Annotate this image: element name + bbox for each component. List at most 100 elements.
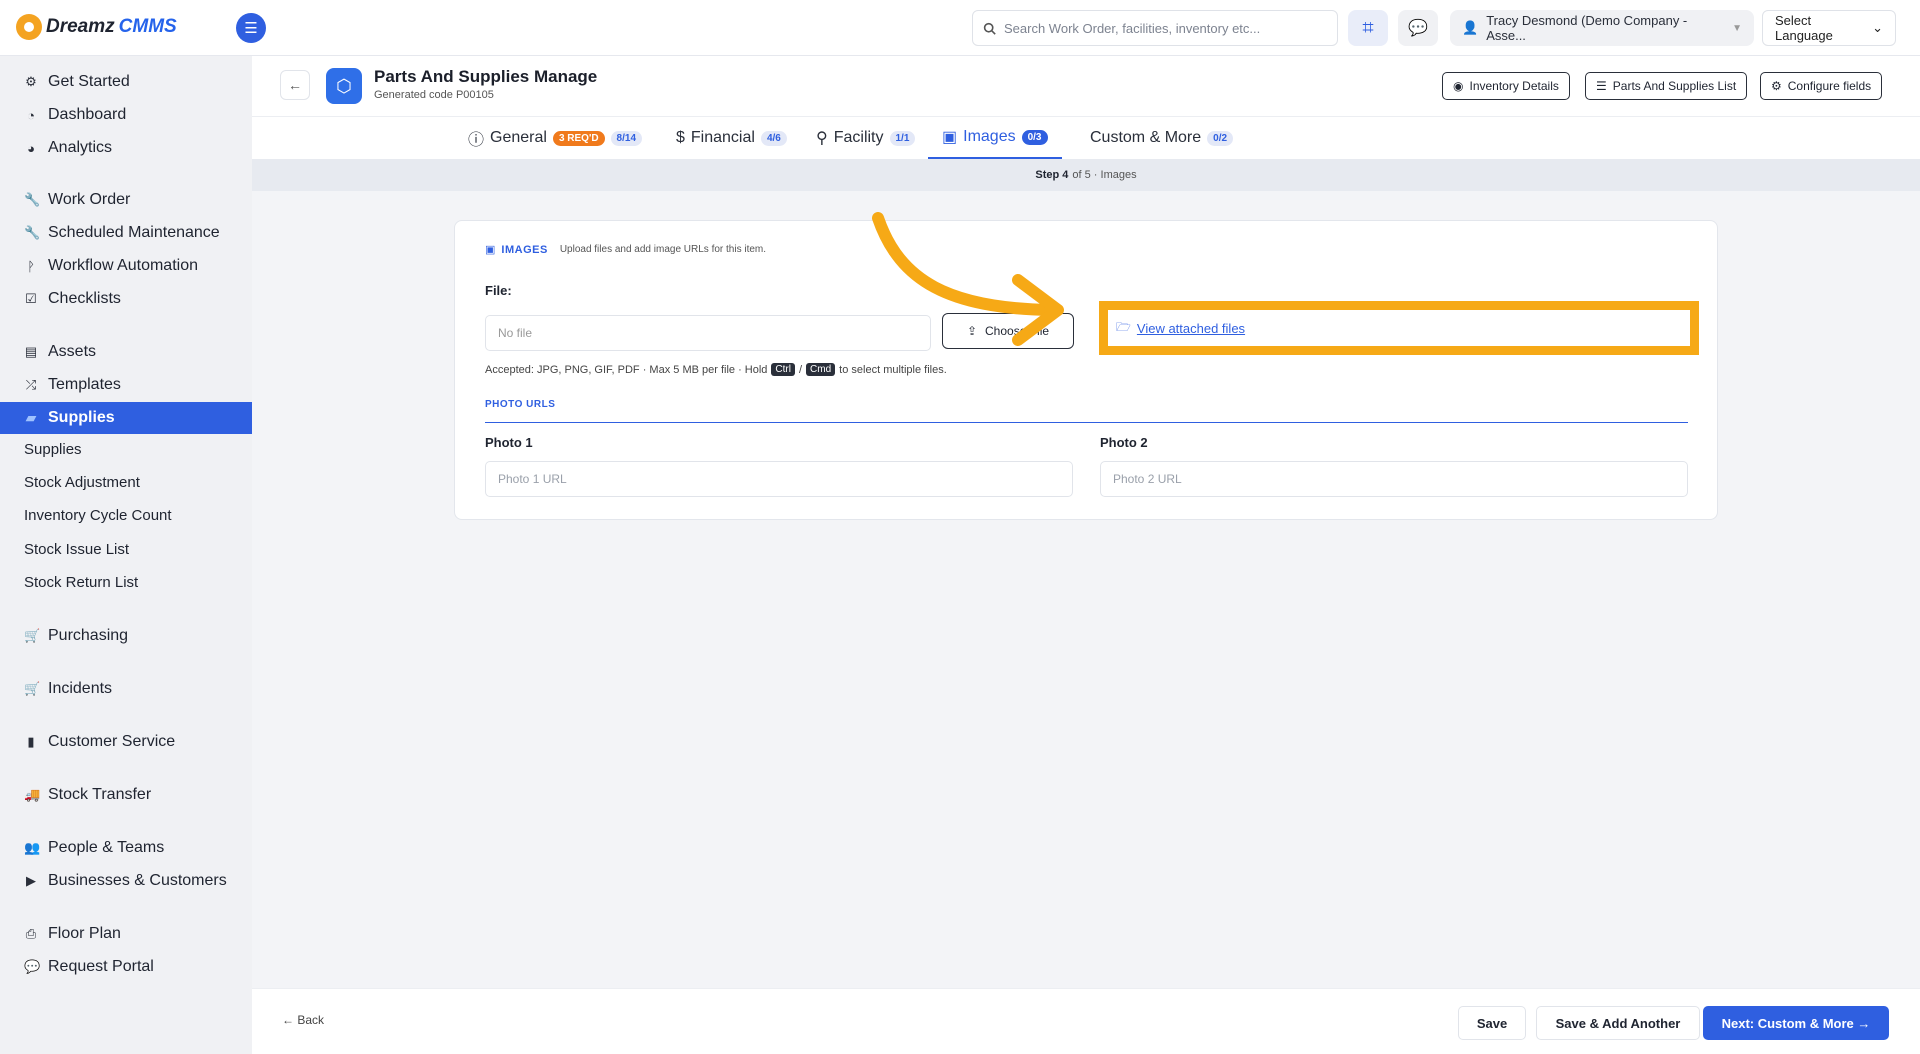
shuffle-icon: ⤮ (25, 377, 37, 392)
sidebar-item-stock-transfer[interactable]: 🚚 Stock Transfer (0, 779, 252, 811)
tab-financial[interactable]: $ Financial 4/6 (676, 117, 787, 159)
eye-icon: ◉ (1453, 79, 1464, 93)
file-icon: ▮ (27, 734, 35, 749)
hint-text: Accepted: JPG, PNG, GIF, PDF · Max 5 MB … (485, 363, 768, 376)
sidebar-subitem-stock-return-list[interactable]: Stock Return List (0, 567, 252, 597)
arrow-left-icon: ← (288, 77, 302, 93)
archive-icon: ▤ (24, 344, 38, 359)
language-select[interactable]: Select Language ⌄ (1762, 10, 1896, 46)
sidebar-item-customer-service[interactable]: ▮ Customer Service (0, 726, 252, 758)
tab-custom-more[interactable]: Custom & More 0/2 (1090, 117, 1234, 159)
sidebar-item-businesses-customers[interactable]: ▶ Businesses & Customers (0, 865, 252, 897)
progress-badge: 0/3 (1021, 129, 1048, 145)
sidebar-subitem-supplies[interactable]: Supplies (0, 434, 252, 464)
back-arrow-button[interactable]: ← (280, 70, 310, 100)
messages-button[interactable]: 💬 (1398, 10, 1438, 46)
sidebar-item-templates[interactable]: ⤮ Templates (0, 369, 252, 401)
sidebar-item-purchasing[interactable]: 🛒 Purchasing (0, 620, 252, 652)
menu-toggle-button[interactable]: ☰ (236, 13, 266, 43)
file-value: No file (498, 326, 533, 340)
sidebar-subitem-stock-adjustment[interactable]: Stock Adjustment (0, 467, 252, 497)
form-footer: ← Back Save Save & Add Another Next: Cus… (252, 988, 1920, 1054)
users-icon: 👥 (24, 840, 41, 855)
image-icon: ▣ (942, 129, 958, 146)
sidebar-item-checklists[interactable]: ☑ Checklists (0, 283, 252, 315)
search-input[interactable] (1004, 20, 1324, 36)
scan-button[interactable]: ⌗ (1348, 10, 1388, 46)
scan-icon: ⌗ (1362, 16, 1374, 39)
progress-badge: 0/2 (1207, 130, 1234, 146)
sidebar-item-label: Get Started (48, 73, 130, 90)
tab-label: Images (963, 128, 1016, 145)
sidebar-item-work-order[interactable]: 🔧 Work Order (0, 184, 252, 216)
next-step-button[interactable]: Next: Custom & More → (1703, 1006, 1889, 1040)
sidebar-subitem-stock-issue-list[interactable]: Stock Issue List (0, 534, 252, 564)
configure-fields-button[interactable]: ⚙ Configure fields (1760, 72, 1883, 100)
sidebar-item-get-started[interactable]: ⚙ Get Started (0, 66, 252, 98)
sidebar-item-floor-plan[interactable]: ⎙ Floor Plan (0, 918, 252, 950)
parts-supplies-list-button[interactable]: ☰ Parts And Supplies List (1585, 72, 1748, 100)
sidebar-item-label: Templates (48, 376, 121, 393)
sidebar-item-label: Assets (48, 343, 97, 360)
sidebar-item-assets[interactable]: ▤ Assets (0, 336, 252, 368)
file-label: File: (485, 283, 512, 298)
logo-gear-icon (16, 14, 42, 40)
sidebar-item-label: Floor Plan (48, 925, 121, 942)
sidebar-item-label: Customer Service (48, 733, 176, 750)
section-header: ▣ IMAGES Upload files and add image URLs… (485, 243, 766, 257)
section-title: IMAGES (501, 243, 548, 256)
tab-label: Facility (833, 129, 884, 146)
tab-images[interactable]: ▣ Images 0/3 (928, 117, 1062, 159)
app-logo[interactable]: Dreamz CMMS (16, 14, 177, 40)
cart-icon: 🛒 (24, 628, 41, 643)
sidebar-subitem-inventory-cycle-count[interactable]: Inventory Cycle Count (0, 500, 252, 530)
step-current: Step 4 (1035, 169, 1069, 181)
chevron-down-icon: ▼ (1732, 22, 1742, 34)
photo1-label: Photo 1 (485, 435, 533, 450)
sidebar-item-request-portal[interactable]: 💬 Request Portal (0, 951, 252, 983)
progress-badge: 8/14 (610, 130, 643, 146)
chevron-down-icon: ⌄ (1872, 20, 1883, 35)
page-header: ← ⬡ Parts And Supplies Manage Generated … (252, 56, 1920, 117)
sidebar-item-people-teams[interactable]: 👥 People & Teams (0, 832, 252, 864)
back-link[interactable]: ← Back (282, 1013, 324, 1027)
user-menu[interactable]: 👤 Tracy Desmond (Demo Company - Asse... … (1450, 10, 1754, 46)
sidebar-item-analytics[interactable]: ◕ Analytics (0, 132, 252, 164)
supplies-icon: ▰ (26, 410, 36, 425)
progress-badge: 1/1 (889, 130, 916, 146)
tab-facility[interactable]: ⚲ Facility 1/1 (816, 117, 916, 159)
view-attached-files-link[interactable]: View attached files (1137, 321, 1245, 336)
step-rest: of 5 · Images (1072, 169, 1137, 181)
dollar-icon: $ (676, 129, 685, 146)
branch-icon: ᚹ (27, 258, 35, 274)
button-label: Parts And Supplies List (1612, 79, 1737, 93)
sidebar-item-incidents[interactable]: 🛒 Incidents (0, 673, 252, 705)
sidebar-item-label: Request Portal (48, 958, 154, 975)
photo2-url-input[interactable] (1100, 461, 1688, 497)
sidebar-item-scheduled-maintenance[interactable]: 🔧 Scheduled Maintenance (0, 217, 252, 249)
video-icon: ▶ (26, 873, 36, 888)
tab-general[interactable]: ⓘ General 3 REQ'D 8/14 (468, 117, 643, 159)
step-indicator: Step 4 of 5 · Images (252, 159, 1920, 191)
sidebar-item-dashboard[interactable]: ◔ Dashboard (0, 99, 252, 131)
comment-icon: 💬 (24, 959, 41, 974)
inventory-details-button[interactable]: ◉ Inventory Details (1442, 72, 1570, 100)
gears-icon: ⚙ (25, 74, 37, 89)
sidebar-item-label: Scheduled Maintenance (48, 224, 220, 241)
hamburger-icon: ☰ (244, 20, 258, 37)
button-label: Configure fields (1787, 79, 1872, 93)
photo2-label: Photo 2 (1100, 435, 1148, 450)
info-icon: ⓘ (468, 132, 485, 149)
language-label: Select Language (1775, 13, 1833, 43)
sidebar-item-workflow-automation[interactable]: ᚹ Workflow Automation (0, 250, 252, 282)
save-add-another-button[interactable]: Save & Add Another (1536, 1006, 1700, 1040)
button-label: Inventory Details (1469, 79, 1559, 93)
photo1-url-input[interactable] (485, 461, 1073, 497)
save-button[interactable]: Save (1458, 1006, 1526, 1040)
truck-icon: 🚚 (24, 787, 41, 802)
user-name: Tracy Desmond (Demo Company - Asse... (1486, 13, 1688, 43)
sidebar-item-label: Stock Transfer (48, 786, 152, 803)
list-icon: ☰ (1596, 79, 1607, 93)
sidebar-item-supplies[interactable]: ▰ Supplies (0, 402, 252, 434)
user-icon: 👤 (1462, 20, 1479, 35)
